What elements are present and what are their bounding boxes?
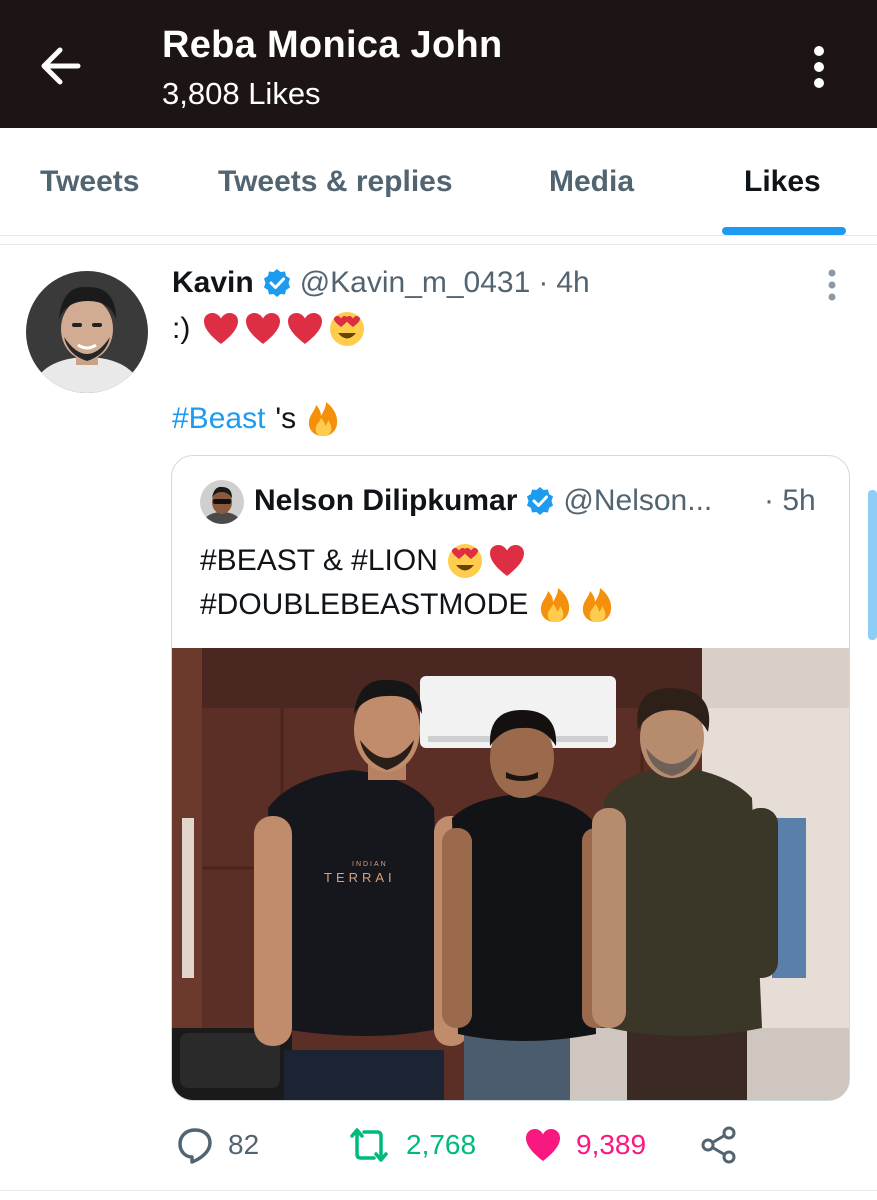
like-count: 9,389 bbox=[576, 1129, 647, 1160]
quoted-tweet-header: Nelson Dilipkumar @Nelson... bbox=[254, 484, 712, 518]
red-heart-icon bbox=[286, 310, 324, 348]
tshirt-brand-text: TERRAI bbox=[324, 870, 396, 885]
more-options-icon[interactable] bbox=[802, 44, 836, 90]
retweet-button[interactable]: 2,768 bbox=[346, 1126, 476, 1164]
quoted-hashtag-text: #DOUBLEBEASTMODE bbox=[200, 588, 529, 621]
tweet-smiley-text: :) bbox=[172, 312, 191, 345]
share-button[interactable] bbox=[700, 1126, 752, 1164]
avatar[interactable] bbox=[26, 271, 148, 393]
back-arrow-icon[interactable] bbox=[36, 44, 88, 88]
tweet-text-line-1: :) bbox=[172, 310, 366, 348]
retweet-count: 2,768 bbox=[406, 1129, 477, 1160]
hashtag-suffix: 's bbox=[275, 402, 297, 435]
tweet-timestamp[interactable]: 4h bbox=[556, 266, 589, 300]
reply-icon bbox=[178, 1128, 212, 1164]
tab-media[interactable]: Media bbox=[549, 165, 634, 199]
quoted-text-line-1: #BEAST & #LION bbox=[200, 542, 526, 580]
tweet-actions: 82 2,768 9,389 bbox=[0, 1118, 877, 1174]
hashtag-link[interactable]: #Beast bbox=[172, 402, 265, 436]
quoted-text-line-2: #DOUBLEBEASTMODE bbox=[200, 586, 616, 624]
heart-eyes-icon bbox=[328, 310, 366, 348]
quoted-author-handle[interactable]: @Nelson... bbox=[563, 484, 712, 518]
tshirt-small-text: INDIAN bbox=[352, 861, 388, 868]
red-heart-icon bbox=[488, 542, 526, 580]
reply-button[interactable]: 82 bbox=[176, 1126, 259, 1164]
app-header: Reba Monica John 3,808 Likes bbox=[0, 0, 877, 128]
scrollbar[interactable] bbox=[868, 490, 877, 640]
reply-count: 82 bbox=[228, 1129, 260, 1160]
red-heart-icon bbox=[244, 310, 282, 348]
fire-icon bbox=[536, 586, 574, 624]
tweet-header: Kavin @Kavin_m_0431 · 4h bbox=[172, 266, 590, 300]
like-button[interactable]: 9,389 bbox=[524, 1126, 646, 1164]
likes-count: 3,808 Likes bbox=[162, 76, 321, 111]
separator-dot: · bbox=[538, 266, 549, 299]
profile-name-title: Reba Monica John bbox=[162, 24, 503, 66]
fire-icon bbox=[304, 400, 342, 438]
tweet-text-line-2: #Beast 's bbox=[172, 400, 342, 438]
red-heart-icon bbox=[202, 310, 240, 348]
tab-tweets-replies[interactable]: Tweets & replies bbox=[218, 165, 453, 199]
quoted-tweet-card[interactable]: Nelson Dilipkumar @Nelson... · 5h #BEAST… bbox=[171, 455, 850, 1101]
quoted-author-name[interactable]: Nelson Dilipkumar bbox=[254, 484, 517, 518]
tweet-author-handle[interactable]: @Kavin_m_0431 bbox=[300, 266, 531, 300]
quoted-tweet-timestamp[interactable]: · 5h bbox=[764, 484, 816, 518]
fire-icon bbox=[578, 586, 616, 624]
verified-badge-icon bbox=[262, 268, 292, 298]
tab-likes[interactable]: Likes bbox=[744, 165, 821, 199]
active-tab-indicator bbox=[722, 227, 846, 235]
divider bbox=[0, 244, 877, 245]
like-heart-icon bbox=[526, 1129, 560, 1161]
divider bbox=[0, 1190, 877, 1191]
tab-tweets[interactable]: Tweets bbox=[40, 165, 139, 199]
heart-eyes-icon bbox=[446, 542, 484, 580]
tweet-more-icon[interactable] bbox=[818, 268, 846, 302]
retweet-icon bbox=[350, 1128, 388, 1162]
tweet-author-name[interactable]: Kavin bbox=[172, 266, 254, 300]
quoted-hashtags-text: #BEAST & #LION bbox=[200, 544, 438, 577]
quoted-tweet-photo[interactable]: INDIAN TERRAI bbox=[172, 648, 849, 1100]
verified-badge-icon bbox=[525, 486, 555, 516]
quoted-avatar[interactable] bbox=[200, 480, 244, 524]
share-icon bbox=[701, 1126, 736, 1164]
profile-tabs: Tweets Tweets & replies Media Likes bbox=[0, 128, 877, 236]
